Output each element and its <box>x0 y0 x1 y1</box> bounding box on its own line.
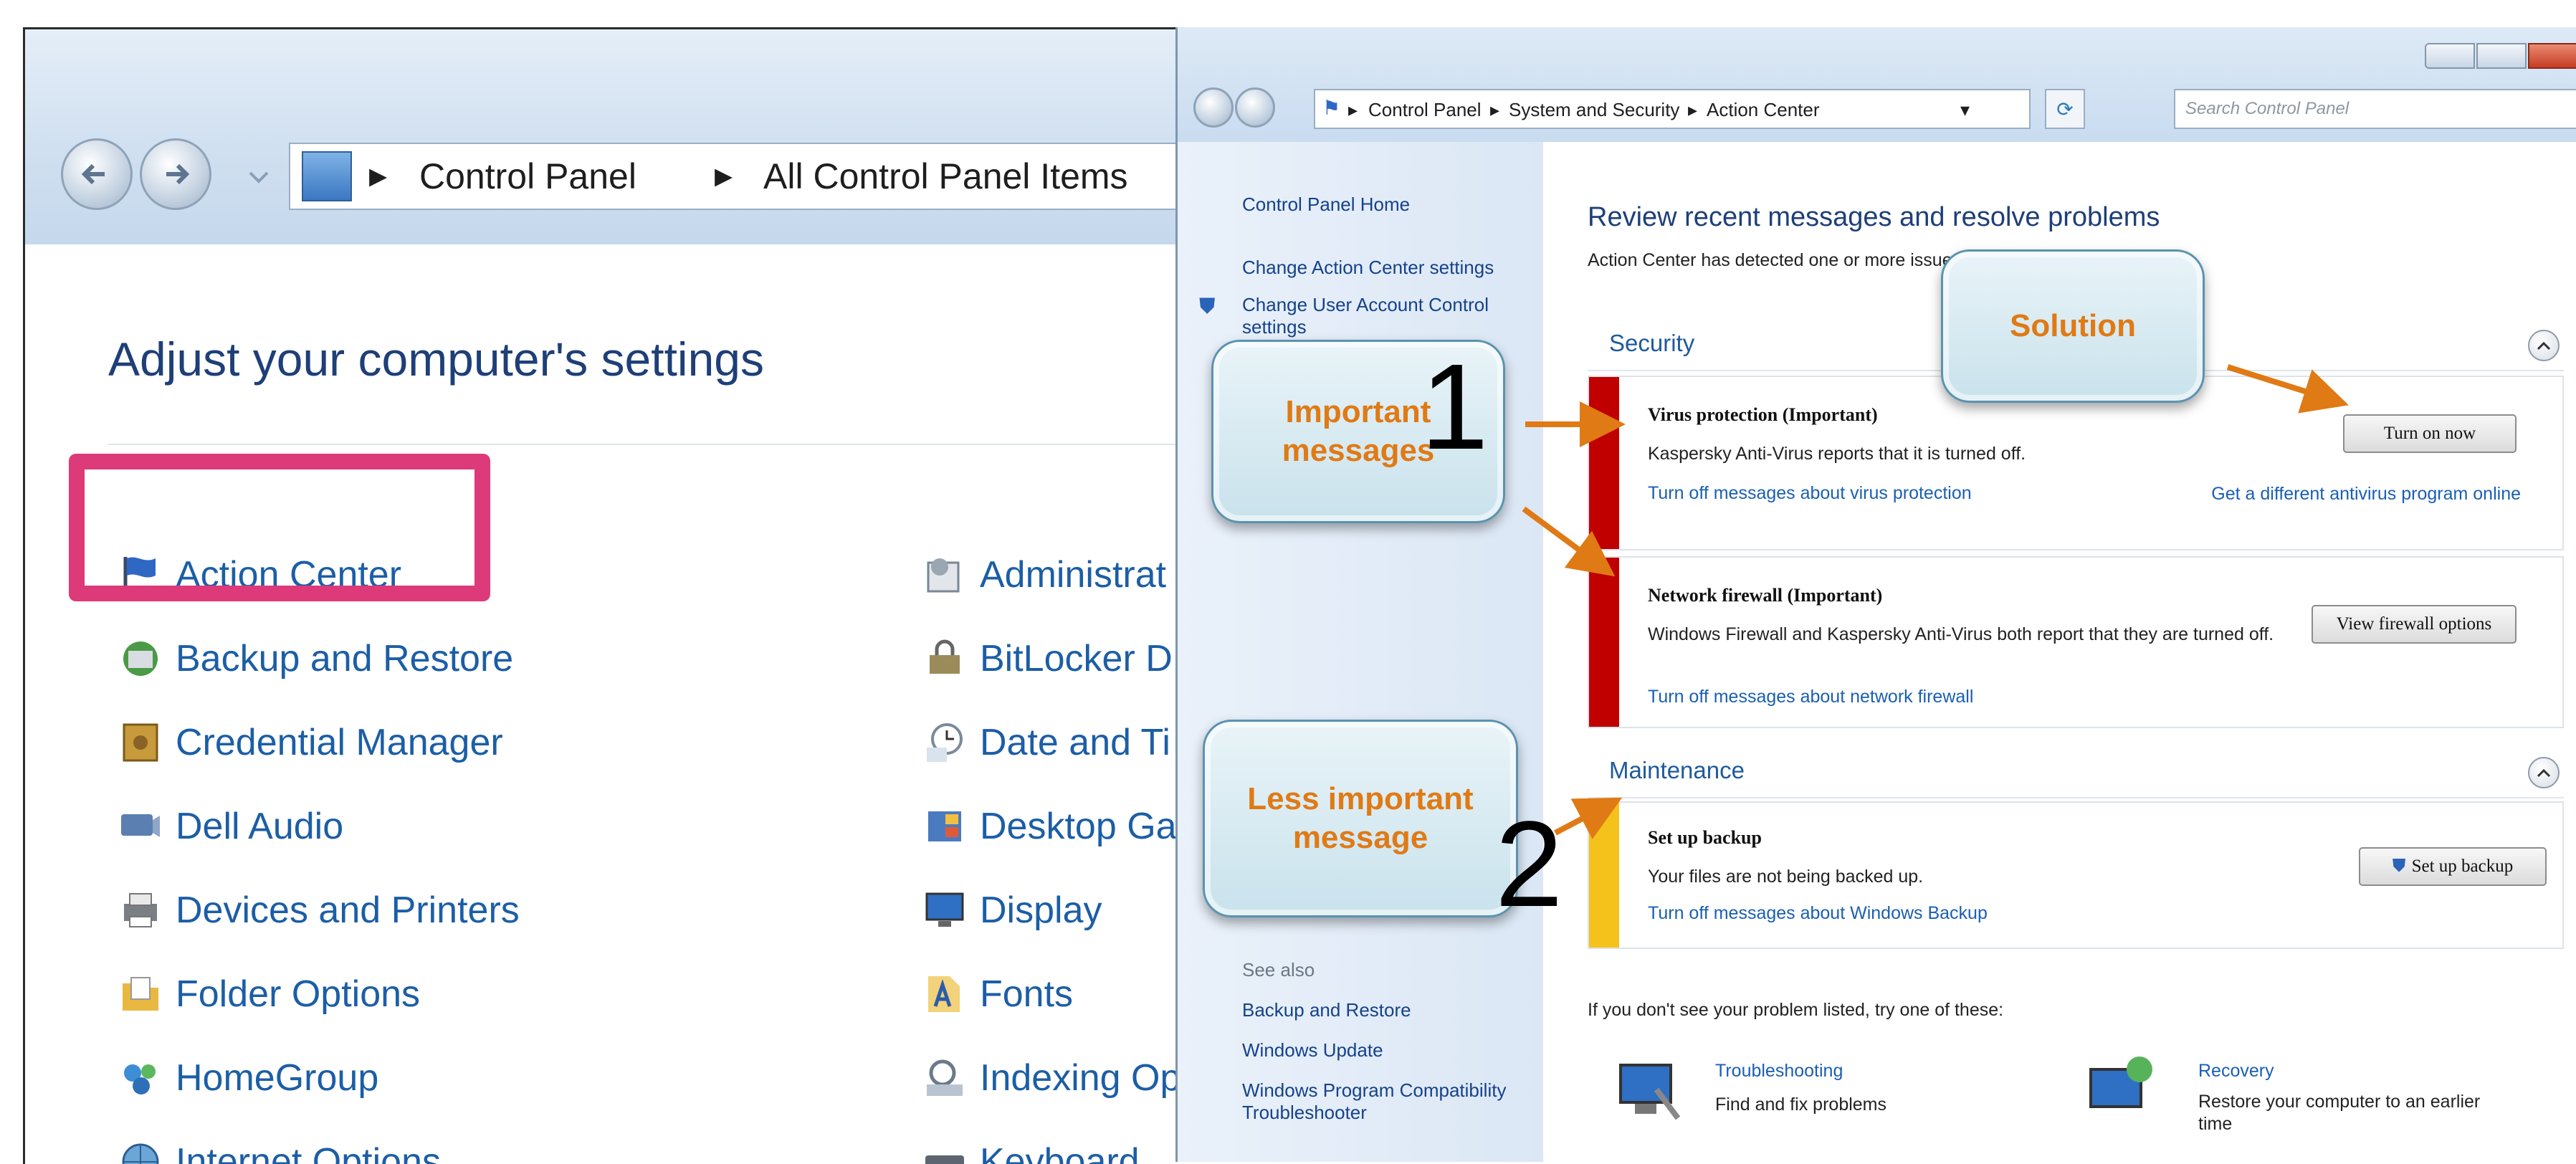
arrow-to-network-firewall <box>1522 506 1616 577</box>
arrow-to-turn-on-now <box>2226 364 2349 414</box>
arrow-to-set-up-backup <box>1554 797 1623 839</box>
annotation-arrows <box>1522 364 2349 839</box>
